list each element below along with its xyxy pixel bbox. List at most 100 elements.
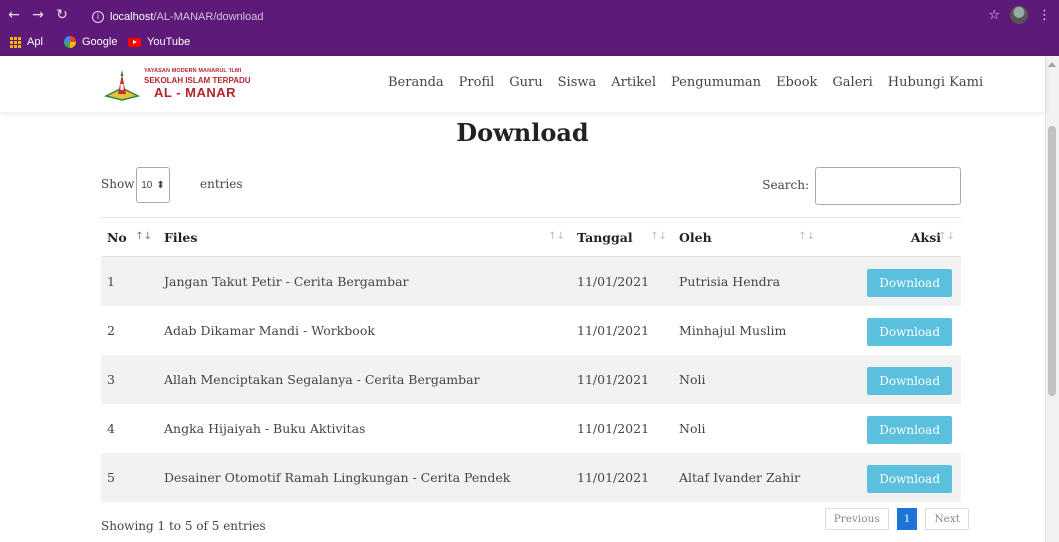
search-label: Search: (762, 178, 809, 192)
table-row: 5 Desainer Otomotif Ramah Lingkungan - C… (101, 452, 961, 502)
cell-oleh: Minhajul Muslim (679, 322, 787, 338)
previous-button[interactable]: Previous (824, 508, 889, 530)
cell-file: Desainer Otomotif Ramah Lingkungan - Cer… (158, 452, 571, 502)
address-bar[interactable]: i localhost/AL-MANAR/download (92, 6, 263, 28)
cell-file: Allah Menciptakan Segalanya - Cerita Ber… (158, 354, 571, 404)
cell-oleh: Noli (679, 420, 706, 436)
bookmark-google[interactable]: Google (64, 36, 117, 48)
sort-icon: ↑↓ (135, 231, 152, 242)
sort-icon: ↑↓ (798, 231, 815, 242)
back-icon[interactable]: ← (6, 7, 22, 23)
select-arrows-icon: ⬍ (156, 179, 165, 191)
cell-tanggal: 11/01/2021 (571, 354, 673, 404)
download-table: No ↑↓ Files ↑↓ Tanggal ↑↓ Oleh ↑↓ Aksi ↑↓ 1 J… (101, 217, 961, 502)
page-title: Download (456, 118, 589, 147)
more-menu-icon[interactable]: ⋮ (1038, 8, 1051, 23)
sort-icon: ↑↓ (548, 231, 565, 242)
search-input[interactable] (815, 167, 961, 205)
apps-grid-icon (10, 36, 21, 48)
bookmark-label: Apl (27, 36, 43, 48)
cell-tanggal: 11/01/2021 (571, 256, 673, 306)
cell-file: Angka Hijaiyah - Buku Aktivitas (164, 420, 366, 436)
logo-school: SEKOLAH ISLAM TERPADU (144, 75, 251, 85)
col-files[interactable]: Files ↑↓ (158, 217, 571, 257)
google-icon (64, 36, 76, 48)
bookmark-youtube[interactable]: YouTube (128, 36, 190, 48)
nav-galeri[interactable]: Galeri (832, 75, 872, 90)
main-nav: Beranda Profil Guru Siswa Artikel Pengum… (388, 75, 998, 90)
page-1-button[interactable]: 1 (896, 508, 918, 530)
profile-avatar[interactable] (1010, 6, 1028, 24)
table-info: Showing 1 to 5 of 5 entries (101, 519, 266, 533)
table-row: 3 Allah Menciptakan Segalanya - Cerita B… (101, 354, 961, 404)
col-tanggal-label: Tanggal (577, 229, 633, 245)
download-button[interactable]: Download (867, 416, 952, 444)
download-button[interactable]: Download (867, 465, 952, 493)
cell-no: 2 (107, 322, 115, 338)
length-value: 10 (141, 179, 153, 191)
table-header-row: No ↑↓ Files ↑↓ Tanggal ↑↓ Oleh ↑↓ Aksi ↑↓ (101, 217, 961, 257)
nav-profil[interactable]: Profil (459, 75, 495, 90)
url-path: /AL-MANAR/download (153, 11, 264, 23)
cell-tanggal: 11/01/2021 (577, 322, 650, 338)
cell-file: Jangan Takut Petir - Cerita Bergambar (158, 256, 571, 306)
nav-hubungi-kami[interactable]: Hubungi Kami (888, 75, 983, 90)
forward-icon[interactable]: → (30, 7, 46, 23)
site-logo[interactable]: YAYASAN MODERN MANARUL 'ILMI SEKOLAH ISL… (104, 64, 251, 104)
cell-aksi: Download (821, 256, 961, 306)
nav-pengumuman[interactable]: Pengumuman (671, 75, 761, 90)
cell-oleh: Altaf Ivander Zahir (673, 452, 821, 502)
cell-no: 5 (101, 452, 158, 502)
entries-label: entries (200, 177, 243, 191)
school-logo-icon (104, 70, 140, 101)
cell-tanggal: 11/01/2021 (577, 420, 650, 436)
col-aksi-label: Aksi (910, 229, 941, 245)
col-oleh-label: Oleh (679, 229, 712, 245)
nav-siswa[interactable]: Siswa (558, 75, 597, 90)
cell-file: Adab Dikamar Mandi - Workbook (164, 322, 375, 338)
nav-artikel[interactable]: Artikel (611, 75, 656, 90)
page-scrollbar[interactable] (1045, 56, 1059, 542)
scroll-thumb[interactable] (1048, 126, 1056, 396)
entries-length-select[interactable]: 10 ⬍ (136, 167, 170, 203)
star-icon[interactable]: ☆ (988, 8, 1000, 23)
col-no-label: No (107, 229, 127, 245)
browser-toolbar: ← → ↻ i localhost/AL-MANAR/download ☆ ⋮ (0, 0, 1059, 32)
bookmark-apps[interactable]: Apl (10, 36, 43, 48)
table-row: 4 Angka Hijaiyah - Buku Aktivitas 11/01/… (101, 404, 961, 453)
sort-icon: ↑↓ (650, 231, 667, 242)
nav-beranda[interactable]: Beranda (388, 75, 444, 90)
info-icon[interactable]: i (92, 11, 104, 23)
download-button[interactable]: Download (867, 318, 952, 346)
cell-no: 3 (101, 354, 158, 404)
table-row: 1 Jangan Takut Petir - Cerita Bergambar … (101, 256, 961, 306)
next-button[interactable]: Next (925, 508, 969, 530)
cell-aksi: Download (821, 354, 961, 404)
bookmark-label: YouTube (147, 36, 191, 48)
col-aksi[interactable]: Aksi ↑↓ (821, 217, 961, 257)
nav-ebook[interactable]: Ebook (776, 75, 817, 90)
sort-icon: ↑↓ (938, 231, 955, 242)
scroll-up-icon[interactable] (1048, 62, 1056, 67)
download-button[interactable]: Download (867, 269, 952, 298)
nav-guru[interactable]: Guru (509, 75, 542, 90)
col-files-label: Files (164, 229, 198, 245)
cell-aksi: Download (821, 306, 961, 355)
cell-aksi: Download (821, 404, 961, 453)
cell-no: 1 (101, 256, 158, 306)
col-no[interactable]: No ↑↓ (101, 217, 158, 257)
col-tanggal[interactable]: Tanggal ↑↓ (571, 217, 673, 257)
browser-nav: ← → ↻ (6, 7, 70, 23)
cell-no: 4 (107, 420, 115, 436)
table-controls: Show 10 ⬍ entries Search: (101, 167, 961, 207)
site-header: YAYASAN MODERN MANARUL 'ILMI SEKOLAH ISL… (0, 56, 1045, 112)
show-label: Show (101, 177, 135, 191)
url-host: localhost (110, 11, 154, 23)
reload-icon[interactable]: ↻ (54, 7, 70, 23)
youtube-icon (128, 37, 141, 47)
download-button[interactable]: Download (867, 367, 952, 395)
col-oleh[interactable]: Oleh ↑↓ (673, 217, 821, 257)
pagination: Previous 1 Next (824, 508, 969, 530)
cell-oleh: Putrisia Hendra (673, 256, 821, 306)
logo-name: AL - MANAR (154, 84, 237, 100)
